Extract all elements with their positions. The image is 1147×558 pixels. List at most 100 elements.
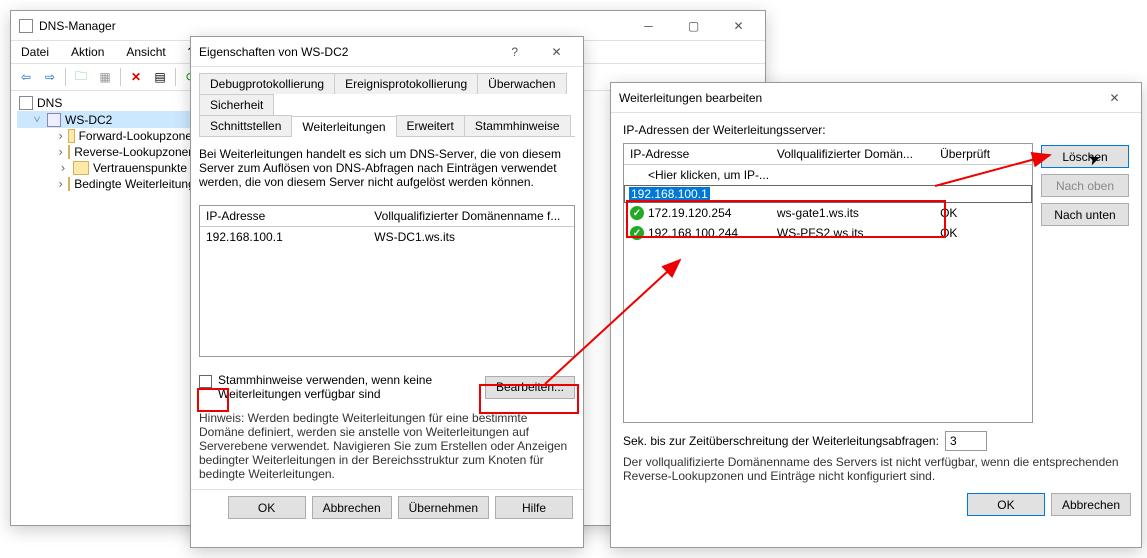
tree-item-label: Bedingte Weiterleitungen <box>74 177 208 191</box>
menu-action[interactable]: Aktion <box>67 43 108 61</box>
titlebar: Eigenschaften von WS-DC2 ? ✕ <box>191 37 583 67</box>
cell-ip: 172.19.120.254 <box>648 206 731 220</box>
forwarders-list[interactable]: IP-Adresse Vollqualifizierter Domänennam… <box>199 205 575 357</box>
ip-edit-field[interactable]: 192.168.100.1 <box>629 187 710 201</box>
help-button[interactable]: Hilfe <box>495 496 573 519</box>
up-button[interactable]: 🗀 <box>70 66 92 88</box>
cell-ok: OK <box>934 203 1032 223</box>
tree-pane: DNS ˅ WS-DC2 › Forward-Lookupzone › Reve… <box>11 91 201 521</box>
check-icon: ✓ <box>630 206 644 220</box>
tab-panel: Bei Weiterleitungen handelt es sich um D… <box>199 136 575 481</box>
tree-item-trust[interactable]: › Vertrauenspunkte <box>17 160 194 176</box>
minimize-button[interactable]: ─ <box>626 12 671 40</box>
note-text: Der vollqualifizierte Domänenname des Se… <box>611 451 1141 487</box>
tab-security[interactable]: Sicherheit <box>199 94 274 115</box>
expand-icon[interactable]: › <box>57 145 64 159</box>
window-title: DNS-Manager <box>33 19 626 33</box>
tree-root-label: DNS <box>37 96 62 110</box>
edit-button[interactable]: Bearbeiten... <box>485 376 575 399</box>
tree-item-label: Reverse-Lookupzonen <box>74 145 195 159</box>
dns-icon <box>19 96 33 110</box>
roothints-checkbox[interactable] <box>199 375 212 388</box>
cell-ok: OK <box>934 223 1032 243</box>
move-up-button[interactable]: Nach oben <box>1041 174 1129 197</box>
menu-file[interactable]: Datei <box>17 43 53 61</box>
cell-ip: 192.168.100.244 <box>648 226 738 240</box>
sheet-button[interactable]: ▤ <box>149 66 171 88</box>
side-buttons: Löschen Nach oben Nach unten <box>1041 123 1129 423</box>
tab-advanced[interactable]: Erweitert <box>396 115 465 136</box>
help-button[interactable]: ? <box>495 45 534 59</box>
close-button[interactable]: ✕ <box>534 38 579 66</box>
expand-icon[interactable]: › <box>57 177 64 191</box>
col-ip[interactable]: IP-Adresse <box>624 144 771 164</box>
forwarder-ip-list[interactable]: IP-Adresse Vollqualifizierter Domän... Ü… <box>623 143 1033 423</box>
list-row-editable[interactable]: 192.168.100.1 <box>624 185 1032 203</box>
forwarders-desc: Bei Weiterleitungen handelt es sich um D… <box>199 147 575 189</box>
expand-icon[interactable]: › <box>57 129 64 143</box>
ok-button[interactable]: OK <box>228 496 306 519</box>
cancel-button[interactable]: Abbrechen <box>312 496 392 519</box>
maximize-button[interactable]: ▢ <box>671 12 716 40</box>
tab-eventlog[interactable]: Ereignisprotokollierung <box>334 73 478 94</box>
tree-item-conditional[interactable]: › Bedingte Weiterleitungen <box>17 176 194 192</box>
folder-icon <box>68 129 74 143</box>
placeholder-text: <Hier klicken, um IP-... <box>624 165 1032 185</box>
hint-text: Hinweis: Werden bedingte Weiterleitungen… <box>199 411 575 481</box>
tree-item-forward[interactable]: › Forward-Lookupzone <box>17 128 194 144</box>
list-row[interactable]: 192.168.100.1 WS-DC1.ws.its <box>200 227 574 247</box>
tree-server[interactable]: ˅ WS-DC2 <box>17 111 194 128</box>
tab-row-2: Schnittstellen Weiterleitungen Erweitert… <box>191 115 583 136</box>
check-icon: ✓ <box>630 226 644 240</box>
back-button[interactable]: ⇦ <box>15 66 37 88</box>
col-verified[interactable]: Überprüft <box>934 144 1032 164</box>
tree-server-label: WS-DC2 <box>65 113 112 127</box>
server-icon <box>47 113 61 127</box>
ip-list-label: IP-Adressen der Weiterleitungsserver: <box>623 123 1033 137</box>
properties-dialog: Eigenschaften von WS-DC2 ? ✕ Debugprotok… <box>190 36 584 548</box>
close-button[interactable]: ✕ <box>716 12 761 40</box>
apply-button[interactable]: Übernehmen <box>398 496 489 519</box>
dialog-buttons: OK Abbrechen Übernehmen Hilfe <box>191 489 583 529</box>
list-placeholder-row[interactable]: <Hier klicken, um IP-... <box>624 165 1032 185</box>
close-button[interactable]: ✕ <box>1092 84 1137 112</box>
col-fqdn[interactable]: Vollqualifizierter Domänenname f... <box>368 206 574 226</box>
properties-button[interactable]: ▦ <box>94 66 116 88</box>
timeout-input[interactable] <box>945 431 987 451</box>
tree-root-dns[interactable]: DNS <box>17 95 194 111</box>
cell-ip: 192.168.100.1 <box>200 227 368 247</box>
edit-forwarders-dialog: Weiterleitungen bearbeiten ✕ IP-Adressen… <box>610 82 1142 548</box>
titlebar: Weiterleitungen bearbeiten ✕ <box>611 83 1141 113</box>
delete-button[interactable]: Löschen <box>1041 145 1129 168</box>
tab-debug[interactable]: Debugprotokollierung <box>199 73 335 94</box>
cancel-button[interactable]: Abbrechen <box>1051 493 1131 516</box>
ok-button[interactable]: OK <box>967 493 1045 516</box>
tab-forwarders[interactable]: Weiterleitungen <box>291 116 396 137</box>
folder-icon <box>68 177 70 191</box>
col-fqdn[interactable]: Vollqualifizierter Domän... <box>771 144 934 164</box>
delete-button[interactable]: ✕ <box>125 66 147 88</box>
cell-fqdn: WS-DC1.ws.its <box>368 227 574 247</box>
list-row[interactable]: ✓ 172.19.120.254 ws-gate1.ws.its OK <box>624 203 1032 223</box>
dialog-buttons: OK Abbrechen <box>611 487 1141 526</box>
col-ip[interactable]: IP-Adresse <box>200 206 368 226</box>
tab-interfaces[interactable]: Schnittstellen <box>199 115 292 136</box>
tree-item-reverse[interactable]: › Reverse-Lookupzonen <box>17 144 194 160</box>
move-down-button[interactable]: Nach unten <box>1041 203 1129 226</box>
dialog-title: Eigenschaften von WS-DC2 <box>199 45 495 59</box>
folder-icon <box>68 145 70 159</box>
list-row[interactable]: ✓ 192.168.100.244 WS-PFS2.ws.its OK <box>624 223 1032 243</box>
folder-icon <box>73 161 89 175</box>
timeout-label: Sek. bis zur Zeitüberschreitung der Weit… <box>623 434 939 448</box>
roothints-checkbox-label: Stammhinweise verwenden, wenn keine Weit… <box>218 373 448 401</box>
tree-item-label: Forward-Lookupzone <box>79 129 192 143</box>
tree-item-label: Vertrauenspunkte <box>93 161 187 175</box>
tab-row-1: Debugprotokollierung Ereignisprotokollie… <box>191 67 583 115</box>
forward-button[interactable]: ⇨ <box>39 66 61 88</box>
expand-icon[interactable]: › <box>57 161 69 175</box>
collapse-icon[interactable]: ˅ <box>31 112 43 127</box>
tab-monitor[interactable]: Überwachen <box>477 73 566 94</box>
tab-roothints[interactable]: Stammhinweise <box>464 115 571 136</box>
dns-app-icon <box>19 19 33 33</box>
menu-view[interactable]: Ansicht <box>122 43 169 61</box>
